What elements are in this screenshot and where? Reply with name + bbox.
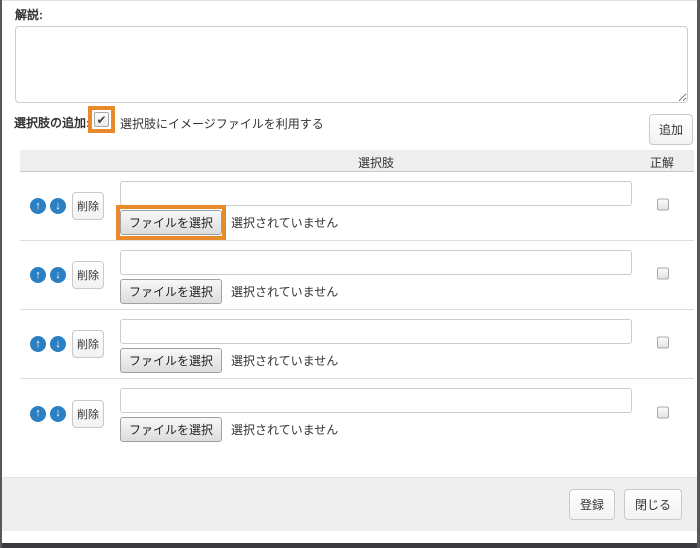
choice-row-3: ↑ ↓ 削除 ファイルを選択 選択されていません: [20, 310, 694, 379]
dialog-bottom-edge: [2, 543, 697, 548]
correct-cell: [657, 406, 669, 421]
choice-row-2: ↑ ↓ 削除 ファイルを選択 選択されていません: [20, 241, 694, 310]
move-up-button[interactable]: ↑: [30, 198, 46, 214]
row-controls: ↑ ↓ 削除: [30, 192, 104, 220]
choice-row-4: ↑ ↓ 削除 ファイルを選択 選択されていません: [20, 379, 694, 448]
arrow-up-icon: ↑: [35, 408, 41, 419]
move-down-button[interactable]: ↓: [50, 406, 66, 422]
choice-text-input[interactable]: [120, 319, 632, 344]
add-button[interactable]: 追加: [649, 114, 693, 145]
register-button[interactable]: 登録: [569, 489, 615, 520]
file-status-text: 選択されていません: [231, 214, 338, 231]
correct-cell: [657, 268, 669, 283]
correct-checkbox[interactable]: [657, 268, 669, 280]
use-image-checkbox[interactable]: ✔: [94, 112, 109, 127]
correct-cell: [657, 199, 669, 214]
arrow-up-icon: ↑: [35, 270, 41, 281]
row-controls: ↑ ↓ 削除: [30, 400, 104, 428]
correct-checkbox[interactable]: [657, 406, 669, 418]
dialog-top-divider: [2, 0, 697, 1]
use-image-label: 選択肢にイメージファイルを利用する: [120, 115, 324, 132]
choice-text-input[interactable]: [120, 388, 632, 413]
choices-table-header: 選択肢 正解: [20, 150, 694, 172]
arrow-down-icon: ↓: [55, 270, 61, 281]
file-status-text: 選択されていません: [231, 421, 338, 438]
row-controls: ↑ ↓ 削除: [30, 330, 104, 358]
question-edit-dialog: 解説: 選択肢の追加: ✔ 選択肢にイメージファイルを利用する 追加 選択肢 正…: [0, 0, 700, 548]
file-button-wrap: ファイルを選択: [120, 210, 222, 235]
correct-cell: [657, 337, 669, 352]
choose-file-button[interactable]: ファイルを選択: [120, 348, 222, 373]
choice-text-input[interactable]: [120, 181, 632, 206]
arrow-up-icon: ↑: [35, 201, 41, 212]
explanation-label: 解説:: [15, 6, 43, 23]
delete-button[interactable]: 削除: [72, 400, 104, 428]
choice-column-header: 選択肢: [120, 154, 632, 171]
file-status-text: 選択されていません: [231, 283, 338, 300]
choices-table: 選択肢 正解 ↑ ↓ 削除 ファイルを選択 選択されていません: [20, 150, 694, 448]
move-down-button[interactable]: ↓: [50, 198, 66, 214]
move-down-button[interactable]: ↓: [50, 267, 66, 283]
file-line: ファイルを選択 選択されていません: [120, 210, 338, 235]
choice-text-input[interactable]: [120, 250, 632, 275]
dialog-footer: 登録 閉じる: [2, 477, 697, 531]
correct-column-header: 正解: [650, 154, 674, 171]
choice-row-1: ↑ ↓ 削除 ファイルを選択 選択されていません: [20, 172, 694, 241]
row-controls: ↑ ↓ 削除: [30, 261, 104, 289]
choose-file-button[interactable]: ファイルを選択: [120, 210, 222, 235]
move-up-button[interactable]: ↑: [30, 406, 46, 422]
explanation-textarea[interactable]: [15, 26, 688, 103]
move-up-button[interactable]: ↑: [30, 267, 46, 283]
check-icon: ✔: [96, 114, 106, 126]
move-down-button[interactable]: ↓: [50, 336, 66, 352]
file-line: ファイルを選択 選択されていません: [120, 279, 338, 304]
arrow-down-icon: ↓: [55, 408, 61, 419]
arrow-down-icon: ↓: [55, 339, 61, 350]
move-up-button[interactable]: ↑: [30, 336, 46, 352]
file-line: ファイルを選択 選択されていません: [120, 348, 338, 373]
add-choice-label: 選択肢の追加:: [14, 114, 90, 131]
correct-checkbox[interactable]: [657, 199, 669, 211]
arrow-down-icon: ↓: [55, 201, 61, 212]
choose-file-button[interactable]: ファイルを選択: [120, 417, 222, 442]
file-status-text: 選択されていません: [231, 352, 338, 369]
correct-checkbox[interactable]: [657, 337, 669, 349]
delete-button[interactable]: 削除: [72, 192, 104, 220]
delete-button[interactable]: 削除: [72, 330, 104, 358]
file-line: ファイルを選択 選択されていません: [120, 417, 338, 442]
arrow-up-icon: ↑: [35, 339, 41, 350]
delete-button[interactable]: 削除: [72, 261, 104, 289]
close-button[interactable]: 閉じる: [624, 489, 682, 520]
choose-file-button[interactable]: ファイルを選択: [120, 279, 222, 304]
use-image-checkbox-wrap: ✔: [94, 112, 109, 127]
